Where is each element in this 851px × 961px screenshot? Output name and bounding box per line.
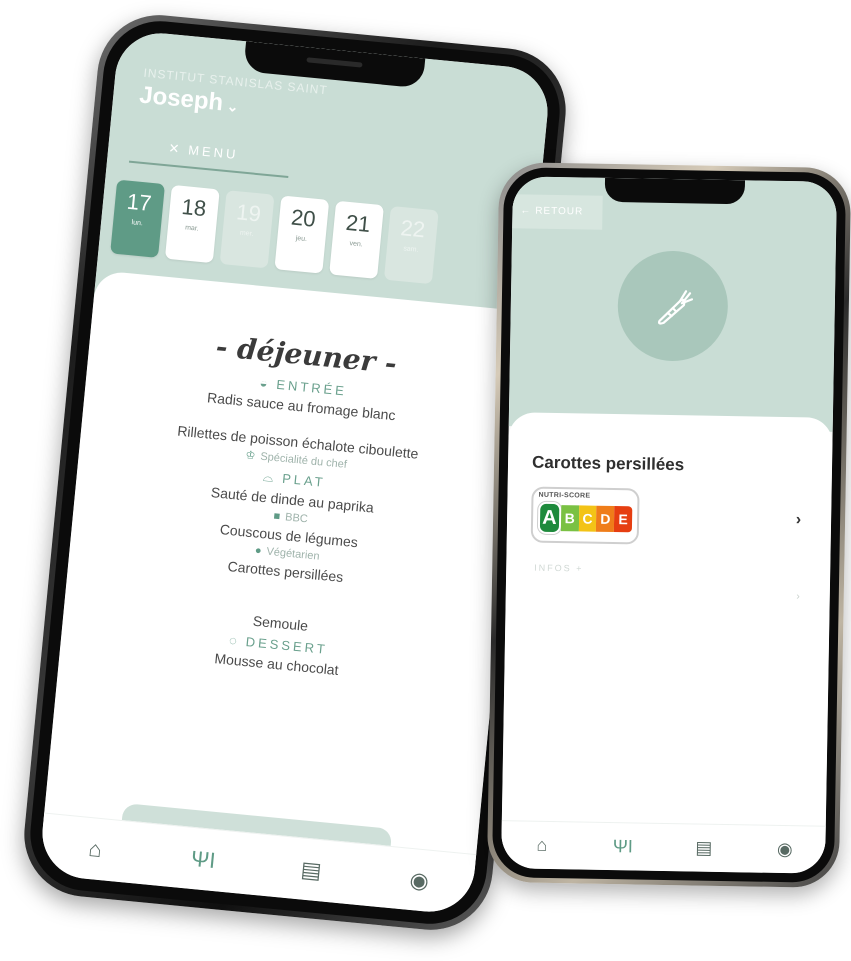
menu-icon[interactable]: ΨΙ bbox=[603, 836, 643, 858]
nutri-score-grades: A B C D E bbox=[537, 501, 633, 536]
day-button[interactable]: 18 mar. bbox=[164, 184, 220, 264]
day-button[interactable]: 21 ven. bbox=[329, 200, 385, 279]
dish-name: Carottes persillées bbox=[531, 452, 685, 475]
tab-underline bbox=[128, 160, 289, 178]
menu-screen: INSTITUT STANISLAS SAINT Joseph ⌄ ✕ MENU 1… bbox=[38, 29, 552, 916]
menu-icon[interactable]: ΨΙ bbox=[182, 845, 224, 875]
section-label: PLAT bbox=[281, 470, 327, 490]
day-number: 19 bbox=[235, 199, 263, 227]
right-phone: ← RETOUR Carottes persillées NUTRI-SCORE… bbox=[486, 161, 851, 889]
day-number: 21 bbox=[344, 209, 372, 238]
news-icon[interactable]: ▤ bbox=[290, 855, 332, 885]
dish-header: ← RETOUR bbox=[508, 176, 838, 432]
nutri-score-title: NUTRI-SCORE bbox=[538, 491, 591, 500]
apple-icon: ◌ bbox=[228, 632, 241, 649]
day-label: ven. bbox=[349, 240, 364, 249]
child-name: Joseph bbox=[138, 81, 225, 117]
day-label: lun. bbox=[131, 219, 144, 228]
infos-link[interactable]: INFOS + bbox=[534, 563, 583, 574]
day-selector: 17 lun. 18 mar. 19 mer. 20 jeu. 21 ven. … bbox=[110, 179, 439, 285]
chevron-down-icon: ⌄ bbox=[226, 97, 240, 115]
profile-icon[interactable]: ◉ bbox=[765, 839, 805, 861]
day-number: 22 bbox=[399, 215, 427, 243]
chevron-right-icon[interactable]: › bbox=[796, 511, 802, 529]
dish-card bbox=[501, 412, 833, 838]
day-label: mar. bbox=[184, 224, 200, 233]
day-button[interactable]: 20 jeu. bbox=[274, 195, 330, 274]
profile-icon[interactable]: ◉ bbox=[398, 865, 440, 895]
day-button[interactable]: 22 sam. bbox=[383, 205, 439, 285]
menu-content: - déjeuner - ◒ ENTRÉE Radis sauce au from… bbox=[60, 318, 524, 695]
tab-menu-label: MENU bbox=[187, 142, 240, 163]
tag-label: BBC bbox=[284, 511, 309, 526]
day-number: 17 bbox=[125, 188, 153, 216]
day-number: 18 bbox=[180, 193, 208, 222]
chevron-right-icon[interactable]: › bbox=[796, 591, 800, 602]
salad-icon: ◒ bbox=[258, 375, 272, 392]
carrot-icon bbox=[616, 250, 729, 362]
day-button[interactable]: 19 mer. bbox=[219, 190, 275, 269]
cutlery-icon: ✕ bbox=[167, 140, 184, 157]
nutri-score-badge[interactable]: NUTRI-SCORE A B C D E bbox=[530, 486, 640, 545]
bbc-label-icon: ■ bbox=[273, 510, 281, 523]
cloche-icon: ⌓ bbox=[262, 468, 277, 486]
day-label: jeu. bbox=[295, 235, 308, 244]
nutri-grade-e: E bbox=[614, 506, 633, 533]
day-label: sam. bbox=[403, 245, 419, 254]
day-button[interactable]: 17 lun. bbox=[110, 179, 166, 258]
notch bbox=[604, 177, 746, 205]
bottom-nav: ⌂ ΨΙ ▤ ◉ bbox=[500, 820, 826, 874]
nutri-grade-d: D bbox=[596, 505, 615, 533]
dish-detail-screen: ← RETOUR Carottes persillées NUTRI-SCORE… bbox=[500, 176, 838, 874]
day-label: mer. bbox=[239, 229, 254, 238]
nutri-grade-c: C bbox=[578, 505, 597, 532]
home-icon[interactable]: ⌂ bbox=[522, 834, 562, 856]
day-number: 20 bbox=[290, 204, 317, 232]
vegetarian-icon: ● bbox=[254, 544, 263, 558]
chef-hat-icon: ♔ bbox=[244, 449, 256, 463]
tab-menu[interactable]: ✕ MENU bbox=[168, 140, 239, 163]
news-icon[interactable]: ▤ bbox=[684, 837, 724, 859]
back-button[interactable]: ← RETOUR bbox=[512, 194, 603, 230]
nutri-grade-b: B bbox=[560, 505, 579, 532]
nutri-grade-a: A bbox=[537, 501, 562, 535]
home-icon[interactable]: ⌂ bbox=[74, 834, 116, 864]
